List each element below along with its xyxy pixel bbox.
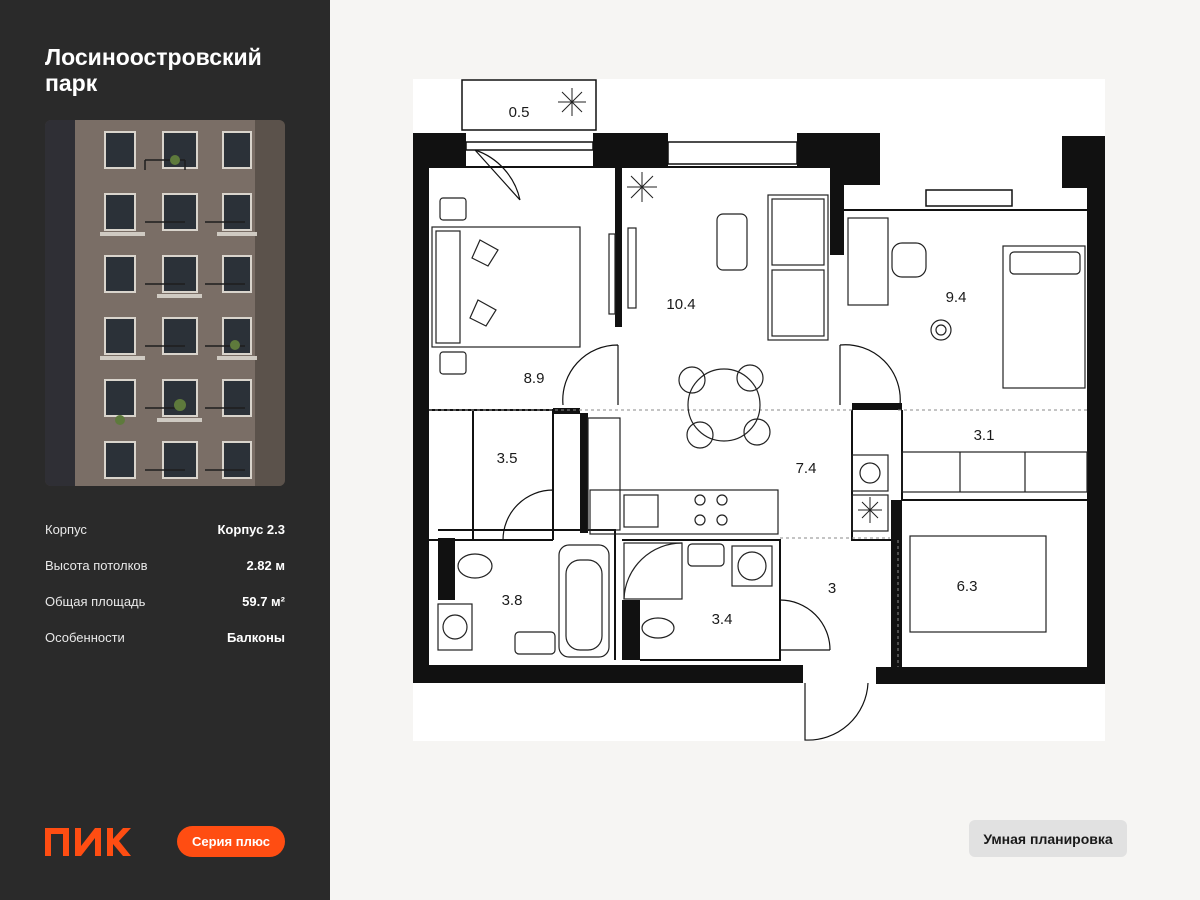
room-area-label: 3.1 bbox=[974, 427, 995, 444]
room-area-label: 10.4 bbox=[666, 296, 695, 313]
room-area-label: 3.5 bbox=[497, 450, 518, 467]
room-area-label: 7.4 bbox=[796, 460, 817, 477]
room-area-label: 8.9 bbox=[524, 370, 545, 387]
zone-lines bbox=[429, 409, 1087, 667]
floor-plan: 0.5 8.9 10.4 9.4 3.5 7.4 3.1 3.8 3.4 3 6… bbox=[413, 79, 1105, 741]
room-area-label: 3.4 bbox=[712, 611, 733, 628]
room-area-label: 3.8 bbox=[502, 592, 523, 609]
room-area-label: 3 bbox=[828, 580, 836, 597]
smart-layout-button[interactable]: Умная планировка bbox=[969, 820, 1127, 857]
room-area-label: 9.4 bbox=[946, 289, 967, 306]
balcony bbox=[461, 79, 1013, 207]
room-area-label: 0.5 bbox=[509, 104, 530, 121]
room-area-label: 6.3 bbox=[957, 578, 978, 595]
furniture bbox=[431, 194, 1088, 658]
